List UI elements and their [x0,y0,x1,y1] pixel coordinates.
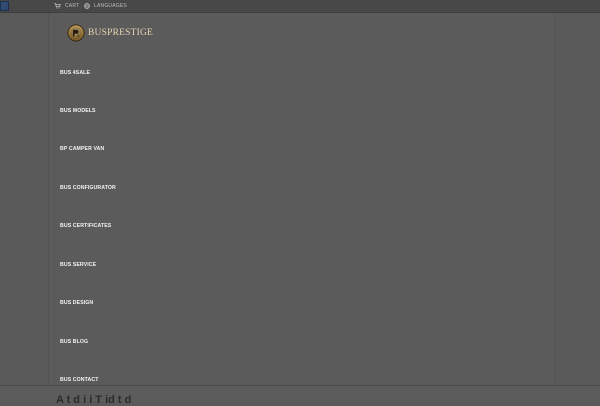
site-logo[interactable]: BUSPRESTIGE [67,24,153,42]
languages-link[interactable]: LANGUAGES [84,0,127,12]
nav-item-bus-certificates[interactable]: BUS CERTIFICATES [60,223,111,229]
top-bar: CART LANGUAGES [0,0,600,13]
nav-item-bp-camper-van[interactable]: BP CAMPER VAN [60,146,104,152]
nav-item-bus-configurator[interactable]: BUS CONFIGURATOR [60,185,116,191]
cart-link[interactable]: CART [54,0,79,12]
logo-emblem-icon [67,24,85,42]
nav-item-bus-4sale[interactable]: BUS 4SALE [60,70,90,76]
nav-item-bus-blog[interactable]: BUS BLOG [60,339,88,345]
nav-item-bus-contact[interactable]: BUS CONTACT [60,377,98,383]
cart-label: CART [65,3,80,9]
content-strip: A t d i i T id t d [0,385,600,406]
nav-item-bus-models[interactable]: BUS MODELS [60,108,96,114]
nav-item-bus-design[interactable]: BUS DESIGN [60,300,93,306]
nav-item-bus-service[interactable]: BUS SERVICE [60,262,96,268]
logo-text: BUSPRESTIGE [88,28,154,38]
languages-label: LANGUAGES [94,3,127,9]
globe-icon [84,3,90,9]
partial-heading: A t d i i T id t d [56,394,132,406]
cart-icon [54,3,61,9]
corner-badge [0,1,9,11]
page-container: BUSPRESTIGE BUS 4SALE BUS MODELS BP CAMP… [48,13,555,385]
